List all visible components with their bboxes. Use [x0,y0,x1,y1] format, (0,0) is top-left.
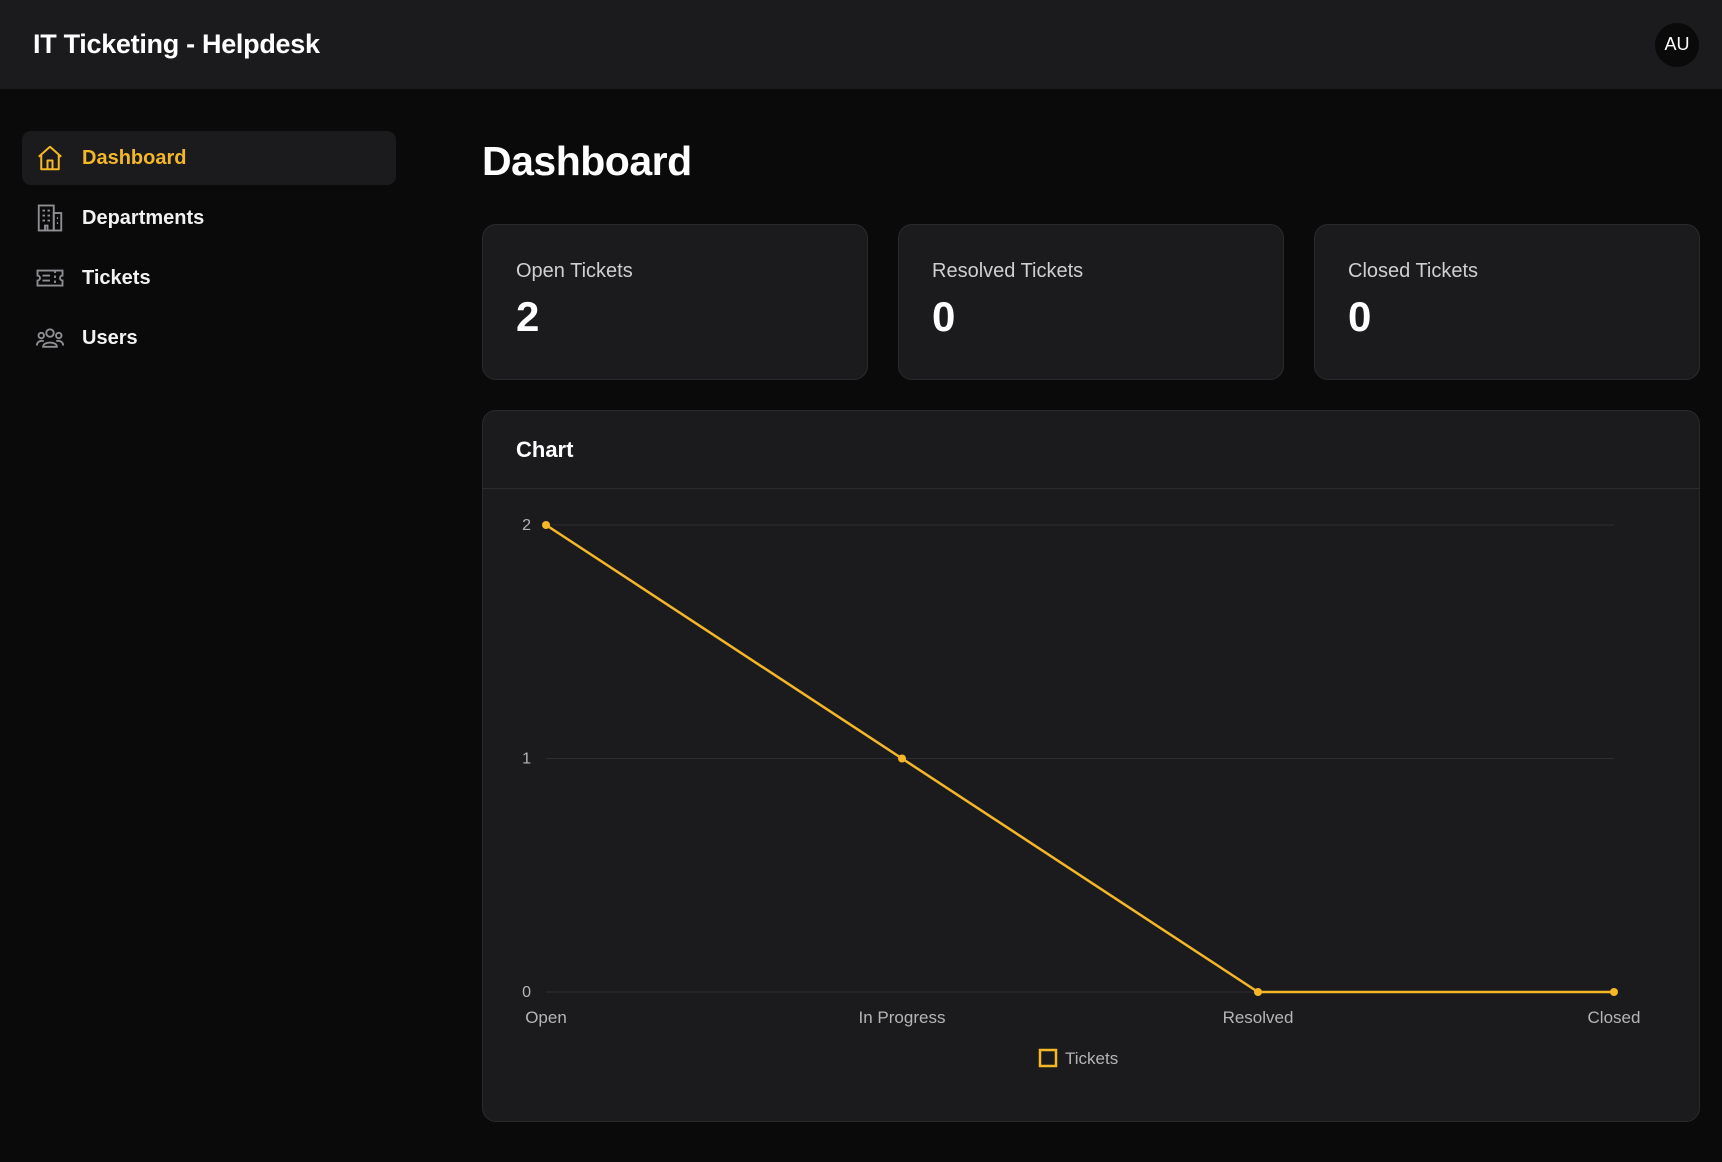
data-point [898,754,906,763]
top-bar: IT Ticketing - Helpdesk AU [0,0,1722,89]
y-tick-label: 0 [522,984,531,1001]
stat-card-closed: Closed Tickets 0 [1314,224,1700,380]
data-point [1610,988,1618,996]
page-title: Dashboard [482,138,692,184]
home-icon [34,142,66,174]
users-icon [34,322,66,354]
sidebar-item-tickets[interactable]: Tickets [22,251,396,305]
y-tick-label: 1 [522,751,531,768]
stat-card-open: Open Tickets 2 [482,224,868,380]
data-point [542,521,550,529]
stat-label: Open Tickets [516,260,633,282]
stat-label: Resolved Tickets [932,260,1084,282]
chart-card: Chart 0 1 2 Open In Progress Resolved Closed Ti… [482,410,1700,1122]
ticket-icon [34,262,66,294]
building-icon [34,202,66,234]
sidebar-item-label: Tickets [82,266,151,289]
sidebar-item-departments[interactable]: Departments [22,191,396,245]
x-tick-label: In Progress [859,1008,946,1027]
x-tick-label: Open [525,1008,567,1027]
sidebar-item-label: Dashboard [82,146,187,169]
sidebar: Dashboard Departments Tickets Users [22,131,396,371]
stat-label: Closed Tickets [1348,260,1479,282]
stat-value: 2 [516,293,540,340]
stat-value: 0 [932,293,956,340]
data-point [1254,988,1262,996]
user-avatar[interactable]: AU [1655,22,1699,67]
stats-row: Open Tickets 2 Resolved Tickets 0 Closed… [482,224,1700,380]
stat-card-resolved: Resolved Tickets 0 [898,224,1284,380]
sidebar-item-dashboard[interactable]: Dashboard [22,131,396,185]
line-chart: 0 1 2 Open In Progress Resolved Closed Tickets [522,517,1641,1068]
x-tick-label: Resolved [1223,1008,1294,1027]
main-content: Dashboard Open Tickets 2 Resolved Ticket… [482,131,1700,1122]
app-title: IT Ticketing - Helpdesk [33,29,320,59]
y-tick-label: 2 [522,517,531,534]
sidebar-item-label: Departments [82,206,205,229]
sidebar-item-label: Users [82,326,138,349]
stat-value: 0 [1348,293,1372,340]
legend-swatch [1038,1048,1058,1068]
x-tick-label: Closed [1588,1008,1641,1027]
sidebar-item-users[interactable]: Users [22,311,396,365]
legend-label: Tickets [1065,1049,1118,1068]
